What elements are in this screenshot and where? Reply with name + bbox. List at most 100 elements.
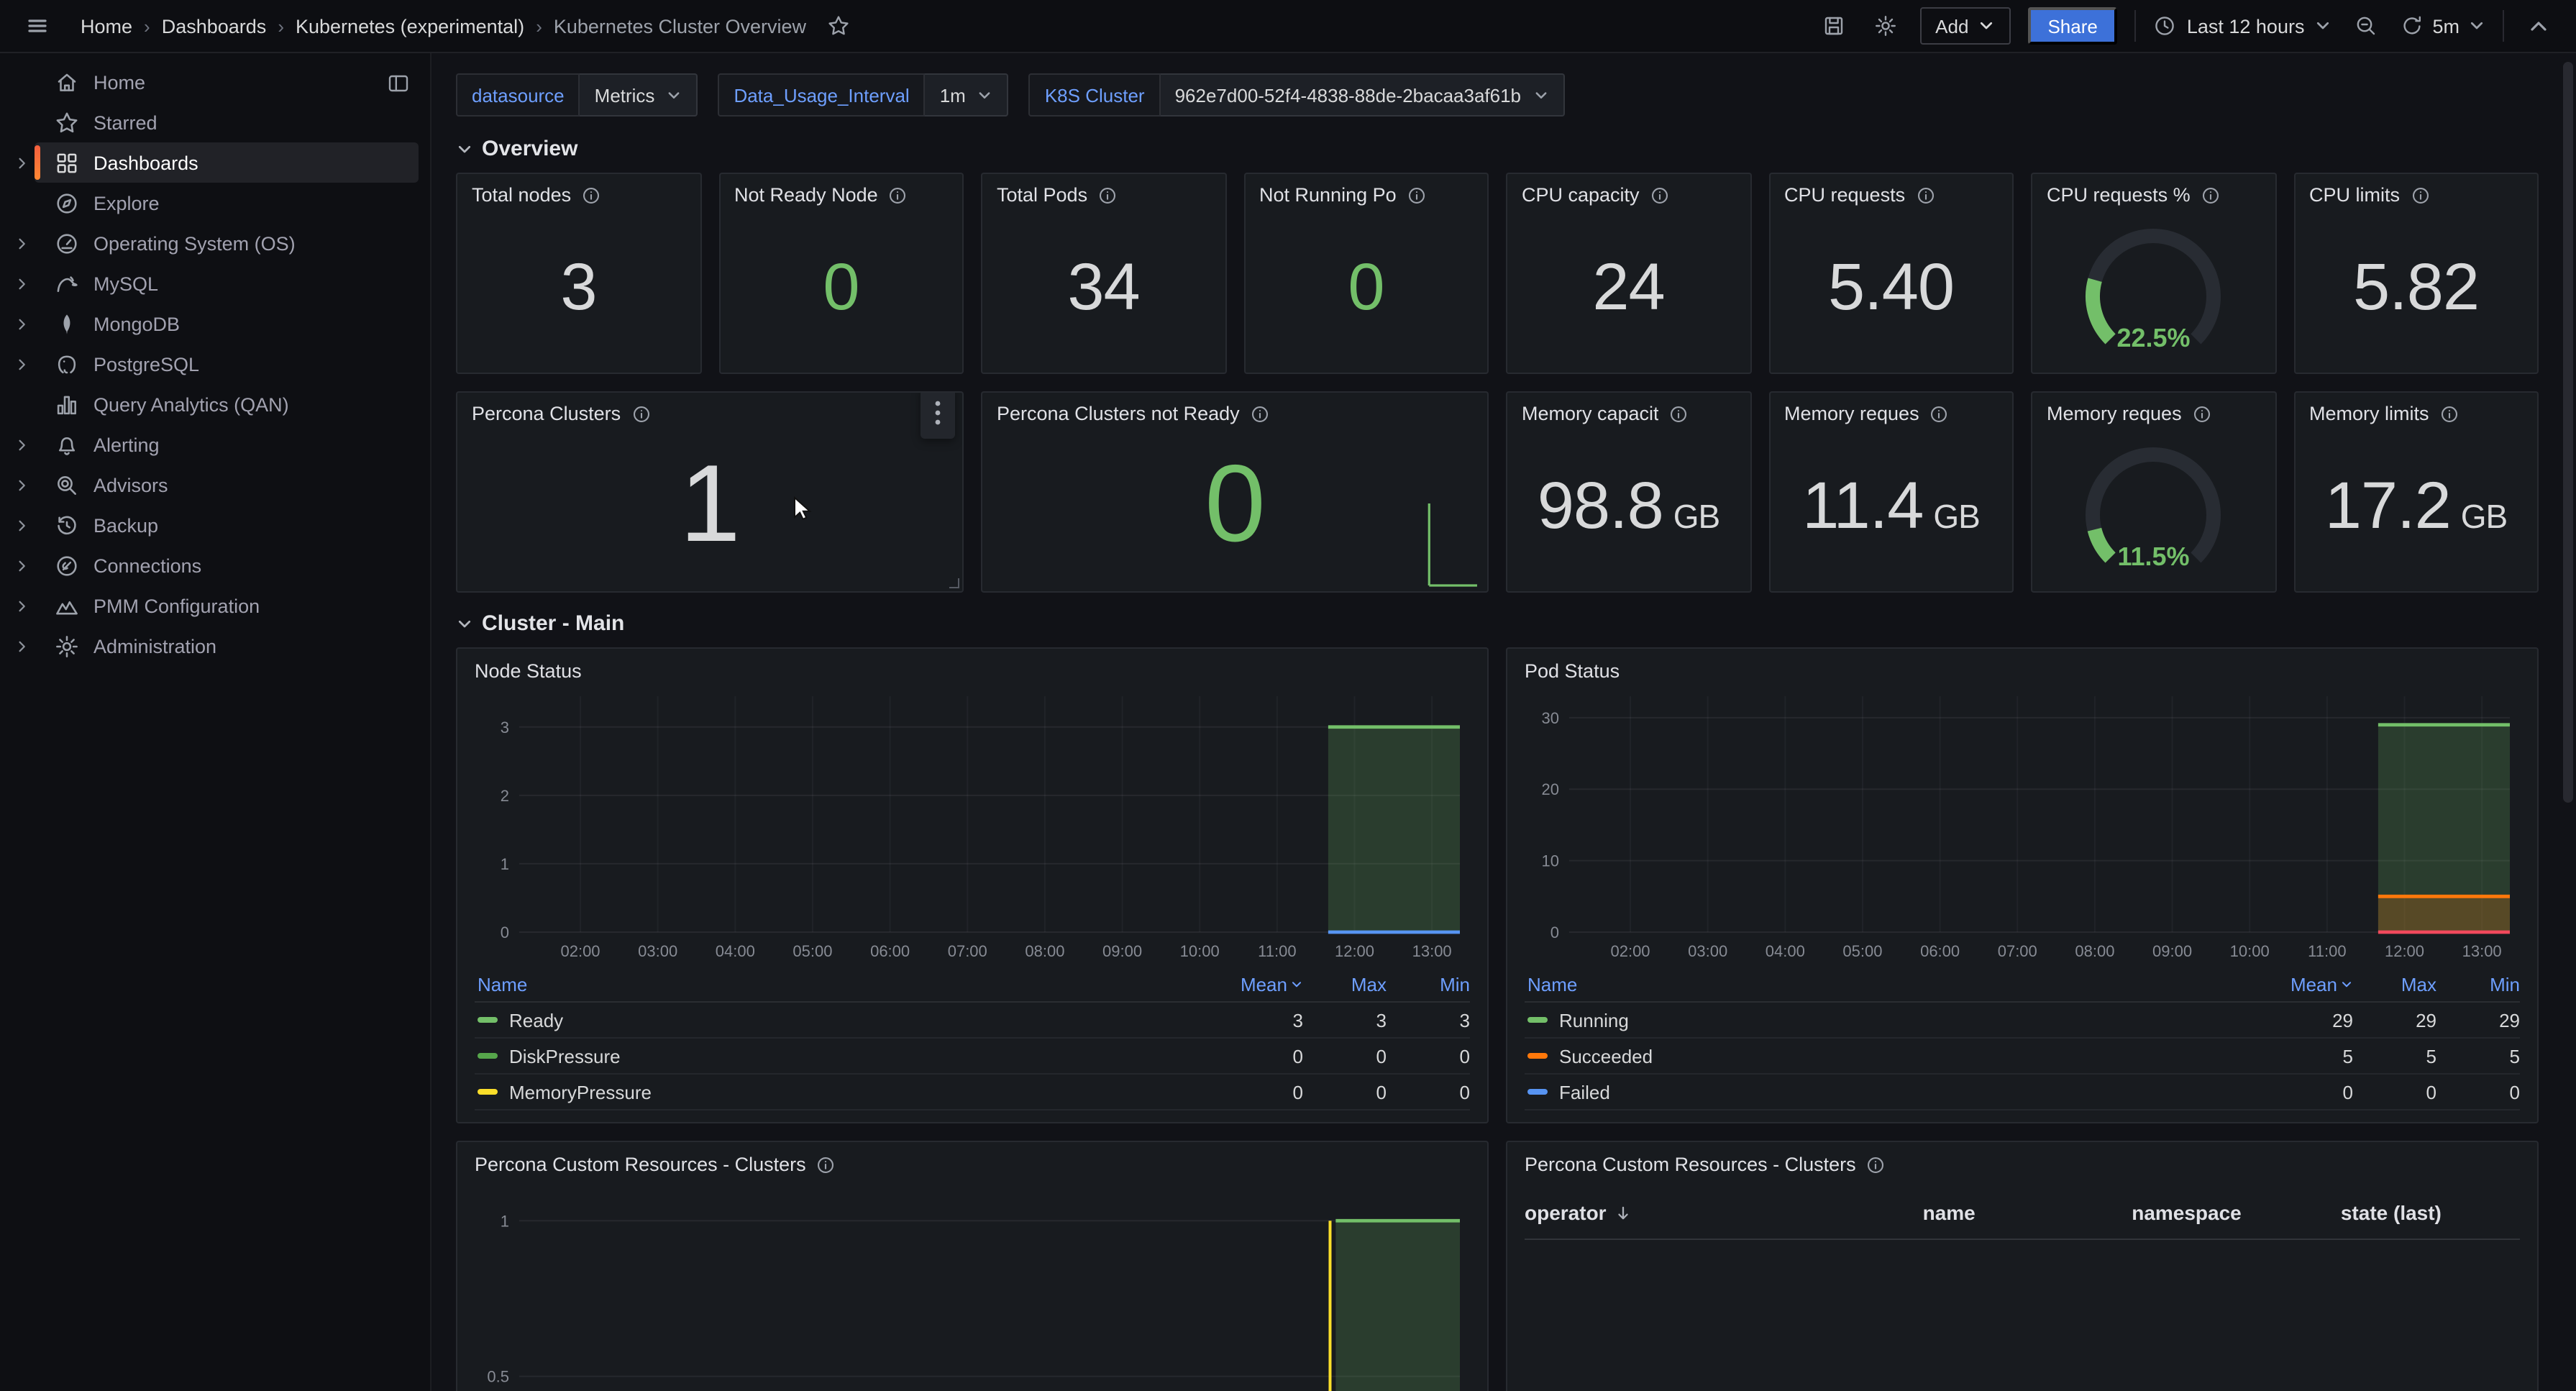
variable-value-dropdown[interactable]: 1m [926, 73, 1009, 117]
legend-header-min[interactable]: Min [1387, 973, 1470, 995]
info-icon[interactable] [2439, 403, 2459, 424]
table-header-namespace[interactable]: namespace [2132, 1201, 2341, 1224]
add-button[interactable]: Add [1919, 7, 2010, 45]
legend-series-name[interactable]: MemoryPressure [475, 1081, 1220, 1103]
sidebar-item-mongodb[interactable]: MongoDB [0, 304, 430, 344]
panel-header[interactable]: Node Status [475, 660, 1470, 682]
panel-header[interactable]: CPU capacity [1522, 184, 1735, 206]
breadcrumb-item[interactable]: Dashboards [162, 15, 267, 37]
expand-chevron-icon[interactable] [9, 557, 35, 573]
panel-header[interactable]: Percona Clusters [472, 403, 948, 424]
legend-series-name[interactable]: DiskPressure [475, 1045, 1220, 1067]
legend-series-name[interactable]: Running [1525, 1009, 2270, 1031]
dock-menu-icon[interactable] [381, 66, 416, 101]
panel-header[interactable]: Percona Custom Resources - Clusters [1525, 1154, 2520, 1175]
sidebar-item-dashboards[interactable]: Dashboards [0, 142, 430, 183]
panel-resize-handle[interactable] [949, 578, 959, 588]
legend-series-name[interactable]: Ready [475, 1009, 1220, 1031]
section-cluster-main[interactable]: Cluster - Main [456, 611, 2539, 636]
panel-header[interactable]: Memory capacit [1522, 403, 1735, 424]
legend-series-name[interactable]: Failed [1525, 1081, 2270, 1103]
sidebar-item-administration[interactable]: Administration [0, 626, 430, 666]
table-header-state-last-[interactable]: state (last) [2341, 1201, 2520, 1224]
legend-header-max[interactable]: Max [1303, 973, 1387, 995]
info-icon[interactable] [1407, 185, 1427, 205]
info-icon[interactable] [1097, 185, 1118, 205]
sidebar-item-advisors[interactable]: Advisors [0, 465, 430, 505]
sidebar-item-pmm-configuration[interactable]: PMM Configuration [0, 585, 430, 626]
info-icon[interactable] [1929, 403, 1950, 424]
time-range-picker[interactable]: Last 12 hours [2154, 14, 2332, 37]
refresh-picker[interactable]: 5m [2401, 14, 2485, 37]
variable-value-dropdown[interactable]: Metrics [580, 73, 698, 117]
sidebar-item-starred[interactable]: Starred [0, 102, 430, 142]
variable-value-dropdown[interactable]: 962e7d00-52f4-4838-88de-2bacaa3af61b [1161, 73, 1564, 117]
info-icon[interactable] [1250, 403, 1270, 424]
sidebar-item-alerting[interactable]: Alerting [0, 424, 430, 465]
panel-header[interactable]: Total Pods [997, 184, 1210, 206]
legend-header-max[interactable]: Max [2353, 973, 2436, 995]
expand-chevron-icon[interactable] [9, 638, 35, 654]
sidebar-item-mysql[interactable]: MySQL [0, 263, 430, 304]
panel-header[interactable]: Memory limits [2309, 403, 2523, 424]
panel-menu-kebab-icon[interactable] [921, 391, 955, 439]
panel-header[interactable]: Not Running Po [1259, 184, 1473, 206]
info-icon[interactable] [2410, 185, 2430, 205]
legend-series-name[interactable]: Succeeded [1525, 1045, 2270, 1067]
table-header-operator[interactable]: operator [1525, 1201, 1923, 1224]
breadcrumb-item[interactable]: Home [81, 15, 132, 37]
panel-header[interactable]: Memory reques [1784, 403, 1998, 424]
legend-header-mean[interactable]: Mean [1220, 973, 1303, 995]
info-icon[interactable] [631, 403, 651, 424]
expand-chevron-icon[interactable] [9, 235, 35, 251]
panel-header[interactable]: Pod Status [1525, 660, 2520, 682]
panel-header[interactable]: Not Ready Node [734, 184, 948, 206]
expand-chevron-icon[interactable] [9, 275, 35, 291]
breadcrumb-item[interactable]: Kubernetes Cluster Overview [554, 15, 806, 37]
info-icon[interactable] [2192, 403, 2212, 424]
expand-chevron-icon[interactable] [9, 155, 35, 170]
expand-chevron-icon[interactable] [9, 356, 35, 372]
legend-header-name[interactable]: Name [1525, 973, 2270, 995]
sidebar-item-connections[interactable]: Connections [0, 545, 430, 585]
expand-chevron-icon[interactable] [9, 598, 35, 614]
sidebar-item-backup[interactable]: Backup [0, 505, 430, 545]
expand-chevron-icon[interactable] [9, 477, 35, 493]
info-icon[interactable] [816, 1154, 836, 1175]
expand-chevron-icon[interactable] [9, 437, 35, 452]
zoom-out-time-icon[interactable] [2349, 9, 2383, 43]
panel-header[interactable]: CPU limits [2309, 184, 2523, 206]
table-header-name[interactable]: name [1923, 1201, 2132, 1224]
info-icon[interactable] [1669, 403, 1689, 424]
panel-header[interactable]: Memory reques [2047, 403, 2260, 424]
sidebar-item-postgresql[interactable]: PostgreSQL [0, 344, 430, 384]
sidebar-item-operating-system-os[interactable]: Operating System (OS) [0, 223, 430, 263]
panel-header[interactable]: CPU requests % [2047, 184, 2260, 206]
section-overview[interactable]: Overview [456, 137, 2539, 161]
legend-header-name[interactable]: Name [475, 973, 1220, 995]
collapse-navbar-icon[interactable] [2521, 9, 2556, 43]
panel-header[interactable]: CPU requests [1784, 184, 1998, 206]
info-icon[interactable] [888, 185, 908, 205]
breadcrumb-item[interactable]: Kubernetes (experimental) [296, 15, 524, 37]
info-icon[interactable] [581, 185, 601, 205]
info-icon[interactable] [2201, 185, 2221, 205]
expand-chevron-icon[interactable] [9, 316, 35, 332]
panel-header[interactable]: Percona Clusters not Ready [997, 403, 1473, 424]
info-icon[interactable] [1650, 185, 1670, 205]
info-icon[interactable] [1915, 185, 1935, 205]
sidebar-item-query-analytics-qan[interactable]: Query Analytics (QAN) [0, 384, 430, 424]
share-button[interactable]: Share [2027, 7, 2117, 45]
star-dashboard-icon[interactable] [821, 9, 855, 43]
sidebar-item-explore[interactable]: Explore [0, 183, 430, 223]
sidebar-item-home[interactable]: Home [0, 62, 430, 102]
panel-header[interactable]: Percona Custom Resources - Clusters [475, 1154, 1470, 1175]
hamburger-menu-icon[interactable] [20, 9, 55, 43]
legend-header-min[interactable]: Min [2436, 973, 2520, 995]
save-dashboard-icon[interactable] [1816, 9, 1850, 43]
legend-header-mean[interactable]: Mean [2270, 973, 2353, 995]
dashboard-settings-icon[interactable] [1868, 9, 1902, 43]
expand-chevron-icon[interactable] [9, 517, 35, 533]
scrollbar-thumb[interactable] [2563, 62, 2573, 803]
panel-header[interactable]: Total nodes [472, 184, 685, 206]
